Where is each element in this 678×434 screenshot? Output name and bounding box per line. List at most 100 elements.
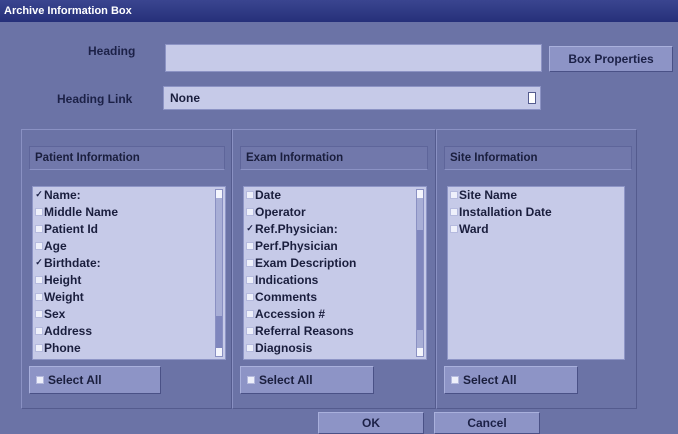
site-select-all-button[interactable]: Select All (444, 366, 578, 394)
patient-list-scrollbar[interactable] (215, 189, 223, 357)
list-item-label: Birthdate: (44, 256, 101, 270)
checkbox-icon[interactable] (450, 190, 458, 199)
list-item[interactable]: Diagnosis (244, 340, 426, 357)
checkbox-icon[interactable] (246, 241, 254, 250)
list-item[interactable]: Referral Reasons (244, 323, 426, 340)
checkbox-icon[interactable] (450, 224, 458, 233)
patient-select-all-button[interactable]: Select All (29, 366, 161, 394)
list-item-label: Address (44, 324, 93, 338)
list-item[interactable]: Patient Id (33, 221, 225, 238)
select-all-checkbox-icon[interactable] (36, 375, 44, 384)
list-item-label: Weight (44, 290, 84, 304)
checkbox-icon[interactable] (246, 190, 254, 199)
list-item-label: Indications (255, 273, 319, 287)
list-item[interactable]: Site Name (448, 187, 624, 204)
list-item[interactable]: ✓Ref.Physician: (244, 221, 426, 238)
checkbox-icon[interactable] (246, 326, 254, 335)
list-item[interactable]: Weight (33, 289, 225, 306)
site-information-panel: Site Information Site Name Installation D… (436, 129, 637, 409)
heading-link-dropdown[interactable]: None (163, 86, 541, 110)
scroll-up-icon[interactable] (417, 190, 423, 198)
list-item-label: Sex (44, 307, 66, 321)
checkbox-icon[interactable] (246, 275, 254, 284)
list-item-label: Patient Id (44, 222, 99, 236)
list-item-label: Exam Description (255, 256, 357, 270)
checkbox-icon[interactable] (35, 343, 43, 352)
exam-select-all-button[interactable]: Select All (240, 366, 374, 394)
checkbox-icon[interactable] (35, 326, 43, 335)
list-item[interactable]: Phone (33, 340, 225, 357)
cancel-button[interactable]: Cancel (434, 412, 540, 434)
scroll-thumb[interactable] (216, 316, 222, 348)
list-item[interactable]: Exam Description (244, 255, 426, 272)
select-all-checkbox-icon[interactable] (451, 375, 459, 384)
checkmark-icon[interactable]: ✓ (35, 189, 43, 199)
heading-link-value: None (170, 91, 200, 105)
checkbox-icon[interactable] (35, 292, 43, 301)
checkbox-icon[interactable] (35, 309, 43, 318)
patient-information-panel: Patient Information ✓Name: Middle Name Pat… (21, 129, 232, 409)
list-item-label: Operator (255, 205, 306, 219)
patient-information-list[interactable]: ✓Name: Middle Name Patient Id Age ✓Birthdate… (32, 186, 226, 360)
list-item-label: Height (44, 273, 82, 287)
checkbox-icon[interactable] (246, 309, 254, 318)
site-information-header: Site Information (444, 146, 632, 170)
checkbox-icon[interactable] (246, 343, 254, 352)
list-item-label: Referral Reasons (255, 324, 354, 338)
scroll-up-icon[interactable] (216, 190, 222, 198)
box-properties-button[interactable]: Box Properties (549, 46, 673, 72)
list-item[interactable]: ✓Name: (33, 187, 225, 204)
scroll-down-icon[interactable] (417, 348, 423, 356)
list-item[interactable]: Date (244, 187, 426, 204)
list-item-label: Accession # (255, 307, 326, 321)
list-item-label: Name: (44, 188, 81, 202)
checkbox-icon[interactable] (35, 241, 43, 250)
list-item[interactable]: ✓Birthdate: (33, 255, 225, 272)
list-item[interactable]: Sex (33, 306, 225, 323)
exam-information-panel: Exam Information Date Operator ✓Ref.Physic… (232, 129, 436, 409)
list-item-label: Middle Name (44, 205, 119, 219)
checkmark-icon[interactable]: ✓ (246, 223, 254, 233)
list-item-label: Installation Date (459, 205, 552, 219)
list-item[interactable]: Operator (244, 204, 426, 221)
select-all-label: Select All (463, 373, 517, 387)
list-item-label: Site Name (459, 188, 518, 202)
checkbox-icon[interactable] (35, 275, 43, 284)
list-item-label: Ref.Physician: (255, 222, 338, 236)
dropdown-arrow-icon[interactable] (528, 92, 536, 104)
checkbox-icon[interactable] (35, 224, 43, 233)
list-item[interactable]: Indications (244, 272, 426, 289)
list-item-label: Date (255, 188, 282, 202)
checkbox-icon[interactable] (450, 207, 458, 216)
site-information-list[interactable]: Site Name Installation Date Ward (447, 186, 625, 360)
list-item[interactable]: Address (33, 323, 225, 340)
checkbox-icon[interactable] (246, 292, 254, 301)
select-all-label: Select All (48, 373, 102, 387)
list-item[interactable]: Perf.Physician (244, 238, 426, 255)
list-item[interactable]: Middle Name (33, 204, 225, 221)
checkbox-icon[interactable] (35, 207, 43, 216)
scroll-thumb[interactable] (417, 230, 423, 330)
patient-information-header: Patient Information (29, 146, 225, 170)
list-item[interactable]: Age (33, 238, 225, 255)
list-item-label: Phone (44, 341, 81, 355)
ok-button[interactable]: OK (318, 412, 424, 434)
select-all-checkbox-icon[interactable] (247, 375, 255, 384)
checkbox-icon[interactable] (246, 207, 254, 216)
list-item[interactable]: Comments (244, 289, 426, 306)
list-item[interactable]: Accession # (244, 306, 426, 323)
checkbox-icon[interactable] (246, 258, 254, 267)
list-item[interactable]: Height (33, 272, 225, 289)
exam-list-scrollbar[interactable] (416, 189, 424, 357)
list-item-label: Comments (255, 290, 318, 304)
list-item-label: Diagnosis (255, 341, 313, 355)
list-item[interactable]: Ward (448, 221, 624, 238)
list-item-label: Perf.Physician (255, 239, 338, 253)
list-item-label: Ward (459, 222, 489, 236)
heading-input[interactable] (165, 44, 542, 72)
checkmark-icon[interactable]: ✓ (35, 257, 43, 267)
list-item[interactable]: Installation Date (448, 204, 624, 221)
window-title: Archive Information Box (0, 0, 678, 22)
scroll-down-icon[interactable] (216, 348, 222, 356)
exam-information-list[interactable]: Date Operator ✓Ref.Physician: Perf.Physicia… (243, 186, 427, 360)
